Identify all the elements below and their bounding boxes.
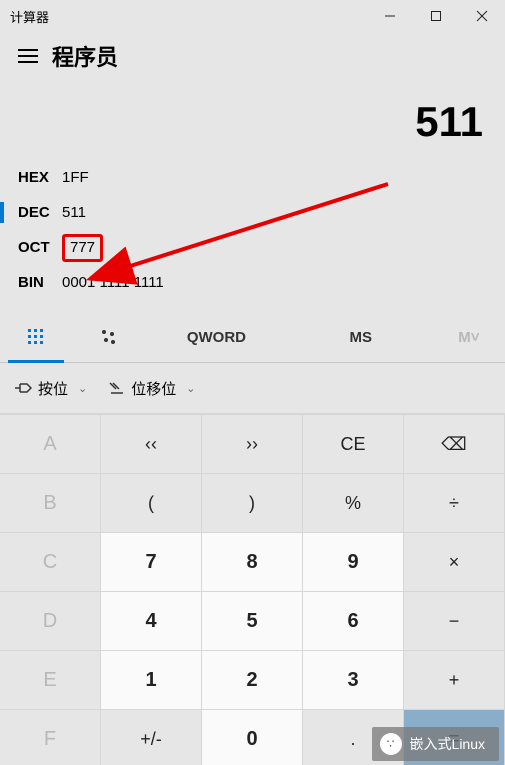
key-4[interactable]: 4 <box>101 591 202 650</box>
wechat-icon: ∵ <box>380 733 402 755</box>
view-tabs: QWORD MS M˅ <box>0 312 505 363</box>
key-0[interactable]: 0 <box>202 709 303 765</box>
key-rparen[interactable]: ) <box>202 473 303 532</box>
maximize-button[interactable] <box>413 0 459 32</box>
maximize-icon <box>430 10 442 22</box>
key-e[interactable]: E <box>0 650 101 709</box>
tab-ms[interactable]: MS <box>289 312 433 362</box>
base-oct-value: 777 <box>62 234 103 262</box>
key-percent[interactable]: % <box>303 473 404 532</box>
watermark-badge: ∵ 嵌入式Linux <box>372 727 499 761</box>
base-dec-value: 511 <box>62 204 86 221</box>
title-bar: 计算器 <box>0 0 505 32</box>
key-8[interactable]: 8 <box>202 532 303 591</box>
base-bin-label: BIN <box>18 274 62 291</box>
key-3[interactable]: 3 <box>303 650 404 709</box>
base-list: HEX 1FF DEC 511 OCT 777 BIN 0001 1111 11… <box>0 154 505 308</box>
base-hex-label: HEX <box>18 169 62 186</box>
key-lparen[interactable]: ( <box>101 473 202 532</box>
bitshift-label: 位移位 <box>131 378 176 399</box>
key-5[interactable]: 5 <box>202 591 303 650</box>
base-hex-value: 1FF <box>62 169 89 186</box>
tab-word[interactable]: QWORD <box>144 312 288 362</box>
key-9[interactable]: 9 <box>303 532 404 591</box>
key-f[interactable]: F <box>0 709 101 765</box>
keypad-icon <box>26 327 46 347</box>
bitwise-icon <box>14 380 32 396</box>
key-subtract[interactable]: − <box>404 591 505 650</box>
key-d[interactable]: D <box>0 591 101 650</box>
bitwise-dropdown[interactable]: 按位 ⌄ <box>14 378 87 399</box>
result-display: 511 <box>0 80 505 154</box>
minimize-button[interactable] <box>367 0 413 32</box>
header: 程序员 <box>0 32 505 80</box>
bitshift-icon <box>107 380 125 396</box>
key-backspace[interactable]: ⌫ <box>404 414 505 473</box>
tab-memory-menu[interactable]: M˅ <box>433 312 505 362</box>
key-b[interactable]: B <box>0 473 101 532</box>
key-c[interactable]: C <box>0 532 101 591</box>
base-hex[interactable]: HEX 1FF <box>0 160 505 195</box>
bit-ops-row: 按位 ⌄ 位移位 ⌄ <box>0 363 505 414</box>
key-negate[interactable]: +/- <box>101 709 202 765</box>
base-bin[interactable]: BIN 0001 1111 1111 <box>0 265 505 300</box>
bits-icon <box>98 327 118 347</box>
window-title: 计算器 <box>10 7 367 26</box>
tab-keypad[interactable] <box>0 312 72 362</box>
key-multiply[interactable]: × <box>404 532 505 591</box>
key-rshift[interactable]: ›› <box>202 414 303 473</box>
base-bin-value: 0001 1111 1111 <box>62 274 164 291</box>
key-1[interactable]: 1 <box>101 650 202 709</box>
base-oct-label: OCT <box>18 239 62 256</box>
bitwise-label: 按位 <box>38 378 68 399</box>
base-oct[interactable]: OCT 777 <box>0 230 505 265</box>
bitshift-dropdown[interactable]: 位移位 ⌄ <box>107 378 195 399</box>
chevron-down-icon: ⌄ <box>78 382 87 395</box>
key-7[interactable]: 7 <box>101 532 202 591</box>
menu-button[interactable] <box>8 36 48 76</box>
minimize-icon <box>384 10 396 22</box>
base-dec[interactable]: DEC 511 <box>0 195 505 230</box>
key-a[interactable]: A <box>0 414 101 473</box>
watermark-label: 嵌入式Linux <box>410 734 485 754</box>
hamburger-icon <box>18 49 38 63</box>
mode-title: 程序员 <box>52 40 118 72</box>
key-6[interactable]: 6 <box>303 591 404 650</box>
key-ce[interactable]: CE <box>303 414 404 473</box>
key-lshift[interactable]: ‹‹ <box>101 414 202 473</box>
close-icon <box>476 10 488 22</box>
tab-bits[interactable] <box>72 312 144 362</box>
keypad: A ‹‹ ›› CE ⌫ B ( ) % ÷ C 7 8 9 × D 4 5 6… <box>0 414 505 765</box>
chevron-down-icon: ⌄ <box>186 382 195 395</box>
close-button[interactable] <box>459 0 505 32</box>
key-2[interactable]: 2 <box>202 650 303 709</box>
key-divide[interactable]: ÷ <box>404 473 505 532</box>
base-dec-label: DEC <box>18 204 62 221</box>
key-add[interactable]: + <box>404 650 505 709</box>
